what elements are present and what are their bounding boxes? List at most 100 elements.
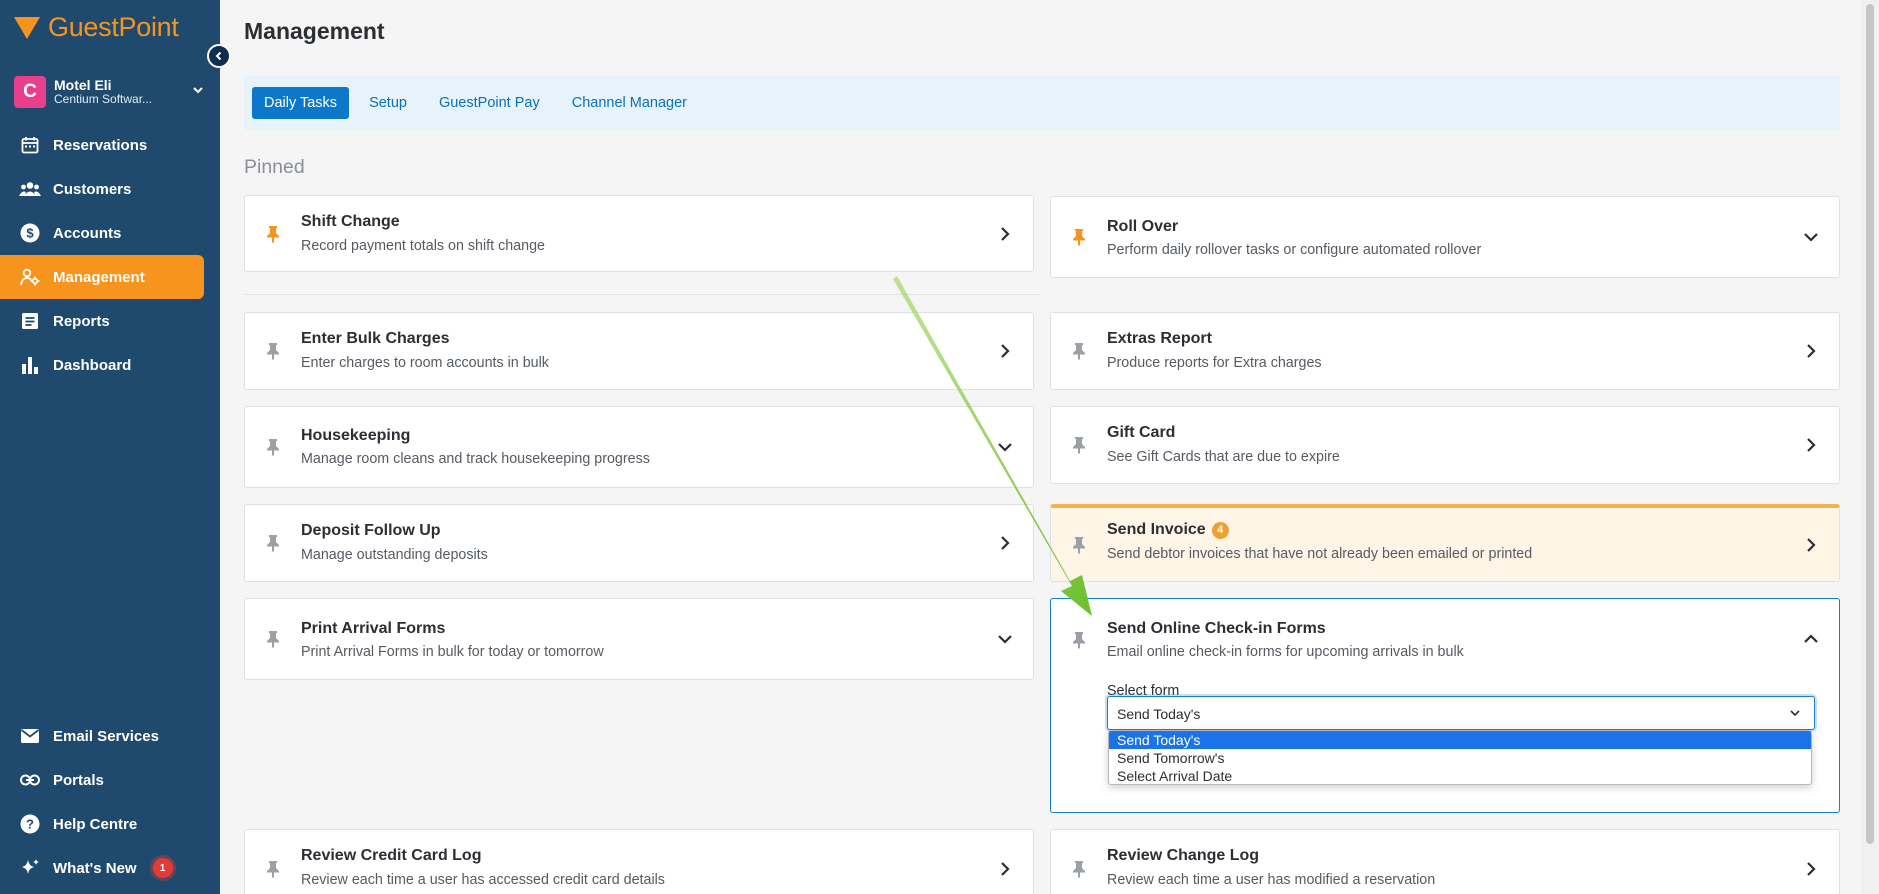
task-card-gift-card[interactable]: Gift Card See Gift Cards that are due to…: [1050, 406, 1840, 484]
select-form-options: Send Today's Send Tomorrow's Select Arri…: [1108, 730, 1812, 785]
option-send-tomorrows[interactable]: Send Tomorrow's: [1109, 749, 1811, 767]
task-card-roll-over[interactable]: Roll Over Perform daily rollover tasks o…: [1050, 196, 1840, 278]
sidebar-item-label: Reservations: [53, 136, 148, 154]
task-description: Produce reports for Extra charges: [1107, 355, 1322, 371]
task-description: Email online check-in forms for upcoming…: [1107, 644, 1464, 660]
chevron-right-icon: [1001, 862, 1010, 876]
task-title: Print Arrival Forms: [301, 620, 446, 637]
pin-icon[interactable]: [1071, 228, 1087, 246]
section-label-pinned: Pinned: [244, 156, 305, 178]
task-description: Manage outstanding deposits: [301, 547, 488, 563]
property-company: Centium Softwar...: [54, 92, 153, 106]
sidebar-item-label: Help Centre: [53, 815, 138, 833]
svg-text:?: ?: [26, 817, 34, 832]
sidebar-nav: Reservations Customers $ Accounts Manage…: [0, 123, 220, 387]
sidebar-item-dashboard[interactable]: Dashboard: [0, 343, 220, 387]
task-description: Manage room cleans and track housekeepin…: [301, 451, 650, 467]
task-title: Review Change Log: [1107, 847, 1260, 864]
sidebar-item-label: Portals: [53, 771, 104, 789]
sidebar-item-reservations[interactable]: Reservations: [0, 123, 220, 167]
sidebar-item-customers[interactable]: Customers: [0, 167, 220, 211]
task-card-deposit-follow-up[interactable]: Deposit Follow Up Manage outstanding dep…: [244, 504, 1034, 582]
chevron-right-icon: [1807, 438, 1816, 452]
calendar-icon: [19, 134, 41, 156]
task-title: Deposit Follow Up: [301, 522, 441, 539]
pin-icon[interactable]: [265, 534, 281, 552]
sidebar-item-reports[interactable]: Reports: [0, 299, 220, 343]
chevron-right-icon: [1807, 862, 1816, 876]
chevron-down-icon: [1790, 710, 1800, 717]
sidebar-item-email-services[interactable]: Email Services: [0, 714, 220, 758]
task-description: See Gift Cards that are due to expire: [1107, 449, 1340, 465]
sidebar-item-label: Accounts: [53, 224, 122, 242]
task-card-enter-bulk-charges[interactable]: Enter Bulk Charges Enter charges to room…: [244, 312, 1034, 390]
task-title[interactable]: Send Online Check-in Forms: [1107, 620, 1326, 638]
chevron-left-icon: [215, 51, 222, 61]
logo-text: GuestPoint: [48, 12, 179, 42]
svg-text:$: $: [26, 226, 34, 241]
pin-icon[interactable]: [265, 860, 281, 878]
task-card-send-invoice[interactable]: Send Invoice 4 Send debtor invoices that …: [1050, 504, 1840, 582]
select-form-value: Send Today's: [1117, 706, 1201, 722]
task-card-review-change-log[interactable]: Review Change Log Review each time a use…: [1050, 829, 1840, 894]
pin-icon[interactable]: [1071, 436, 1087, 454]
task-title: Housekeeping: [301, 427, 411, 444]
management-icon: [19, 266, 41, 288]
task-card-housekeeping[interactable]: Housekeeping Manage room cleans and trac…: [244, 406, 1034, 488]
sidebar-item-label: Customers: [53, 180, 132, 198]
sidebar-item-label: Reports: [53, 312, 110, 330]
tab-setup[interactable]: Setup: [357, 87, 419, 119]
collapse-sidebar-button[interactable]: [207, 44, 231, 68]
chevron-right-icon: [1001, 226, 1010, 241]
task-title: Roll Over: [1107, 218, 1179, 235]
notification-badge: 1: [152, 858, 173, 878]
task-description: Review each time a user has accessed cre…: [301, 872, 665, 888]
pin-icon[interactable]: [1071, 631, 1087, 649]
option-select-arrival-date[interactable]: Select Arrival Date: [1109, 767, 1811, 784]
chevron-right-icon: [1807, 537, 1816, 552]
pin-icon[interactable]: [265, 438, 281, 456]
task-title: Extras Report: [1107, 330, 1212, 347]
select-form-dropdown[interactable]: Send Today's: [1107, 696, 1815, 730]
task-card-review-credit-card-log[interactable]: Review Credit Card Log Review each time …: [244, 829, 1034, 894]
chevron-down-icon: [998, 635, 1012, 644]
pin-icon[interactable]: [265, 225, 281, 243]
scrollbar-thumb[interactable]: [1866, 4, 1874, 844]
sidebar-item-help-centre[interactable]: ? Help Centre: [0, 802, 220, 846]
task-title: Gift Card: [1107, 424, 1176, 441]
logo-mark-icon: [14, 16, 40, 39]
task-title: Enter Bulk Charges: [301, 330, 450, 347]
chevron-right-icon: [1807, 344, 1816, 358]
tab-guestpoint-pay[interactable]: GuestPoint Pay: [427, 87, 552, 119]
task-description: Perform daily rollover tasks or configur…: [1107, 242, 1482, 258]
sidebar-item-management[interactable]: Management: [0, 255, 204, 299]
pin-icon[interactable]: [265, 630, 281, 648]
bar-chart-icon: [19, 354, 41, 376]
sidebar-item-portals[interactable]: Portals: [0, 758, 220, 802]
mail-icon: [19, 725, 41, 747]
task-card-print-arrival-forms[interactable]: Print Arrival Forms Print Arrival Forms …: [244, 598, 1034, 680]
task-description: Enter charges to room accounts in bulk: [301, 355, 549, 371]
chevron-up-icon[interactable]: [1803, 629, 1819, 649]
pin-icon[interactable]: [1071, 860, 1087, 878]
chevron-right-icon: [1001, 536, 1010, 550]
option-send-todays[interactable]: Send Today's: [1109, 731, 1811, 749]
pin-icon[interactable]: [1071, 536, 1087, 554]
sparkle-icon: [19, 857, 41, 879]
sidebar-item-whats-new[interactable]: What's New 1: [0, 846, 220, 890]
chevron-right-icon: [1001, 344, 1010, 358]
page-title: Management: [244, 18, 385, 44]
report-icon: [19, 310, 41, 332]
pin-icon[interactable]: [265, 342, 281, 360]
sidebar-item-label: What's New: [53, 859, 137, 877]
scrollbar[interactable]: [1861, 0, 1879, 894]
guestpoint-logo[interactable]: GuestPoint: [14, 12, 179, 43]
pin-icon[interactable]: [1071, 342, 1087, 360]
task-title: Shift Change: [301, 213, 400, 230]
task-card-extras-report[interactable]: Extras Report Produce reports for Extra …: [1050, 312, 1840, 390]
tab-daily-tasks[interactable]: Daily Tasks: [252, 87, 350, 119]
task-card-shift-change[interactable]: Shift Change Record payment totals on sh…: [244, 195, 1034, 272]
property-switcher[interactable]: C Motel Eli Centium Softwar...: [14, 75, 204, 109]
sidebar-item-accounts[interactable]: $ Accounts: [0, 211, 220, 255]
tab-channel-manager[interactable]: Channel Manager: [560, 87, 699, 119]
